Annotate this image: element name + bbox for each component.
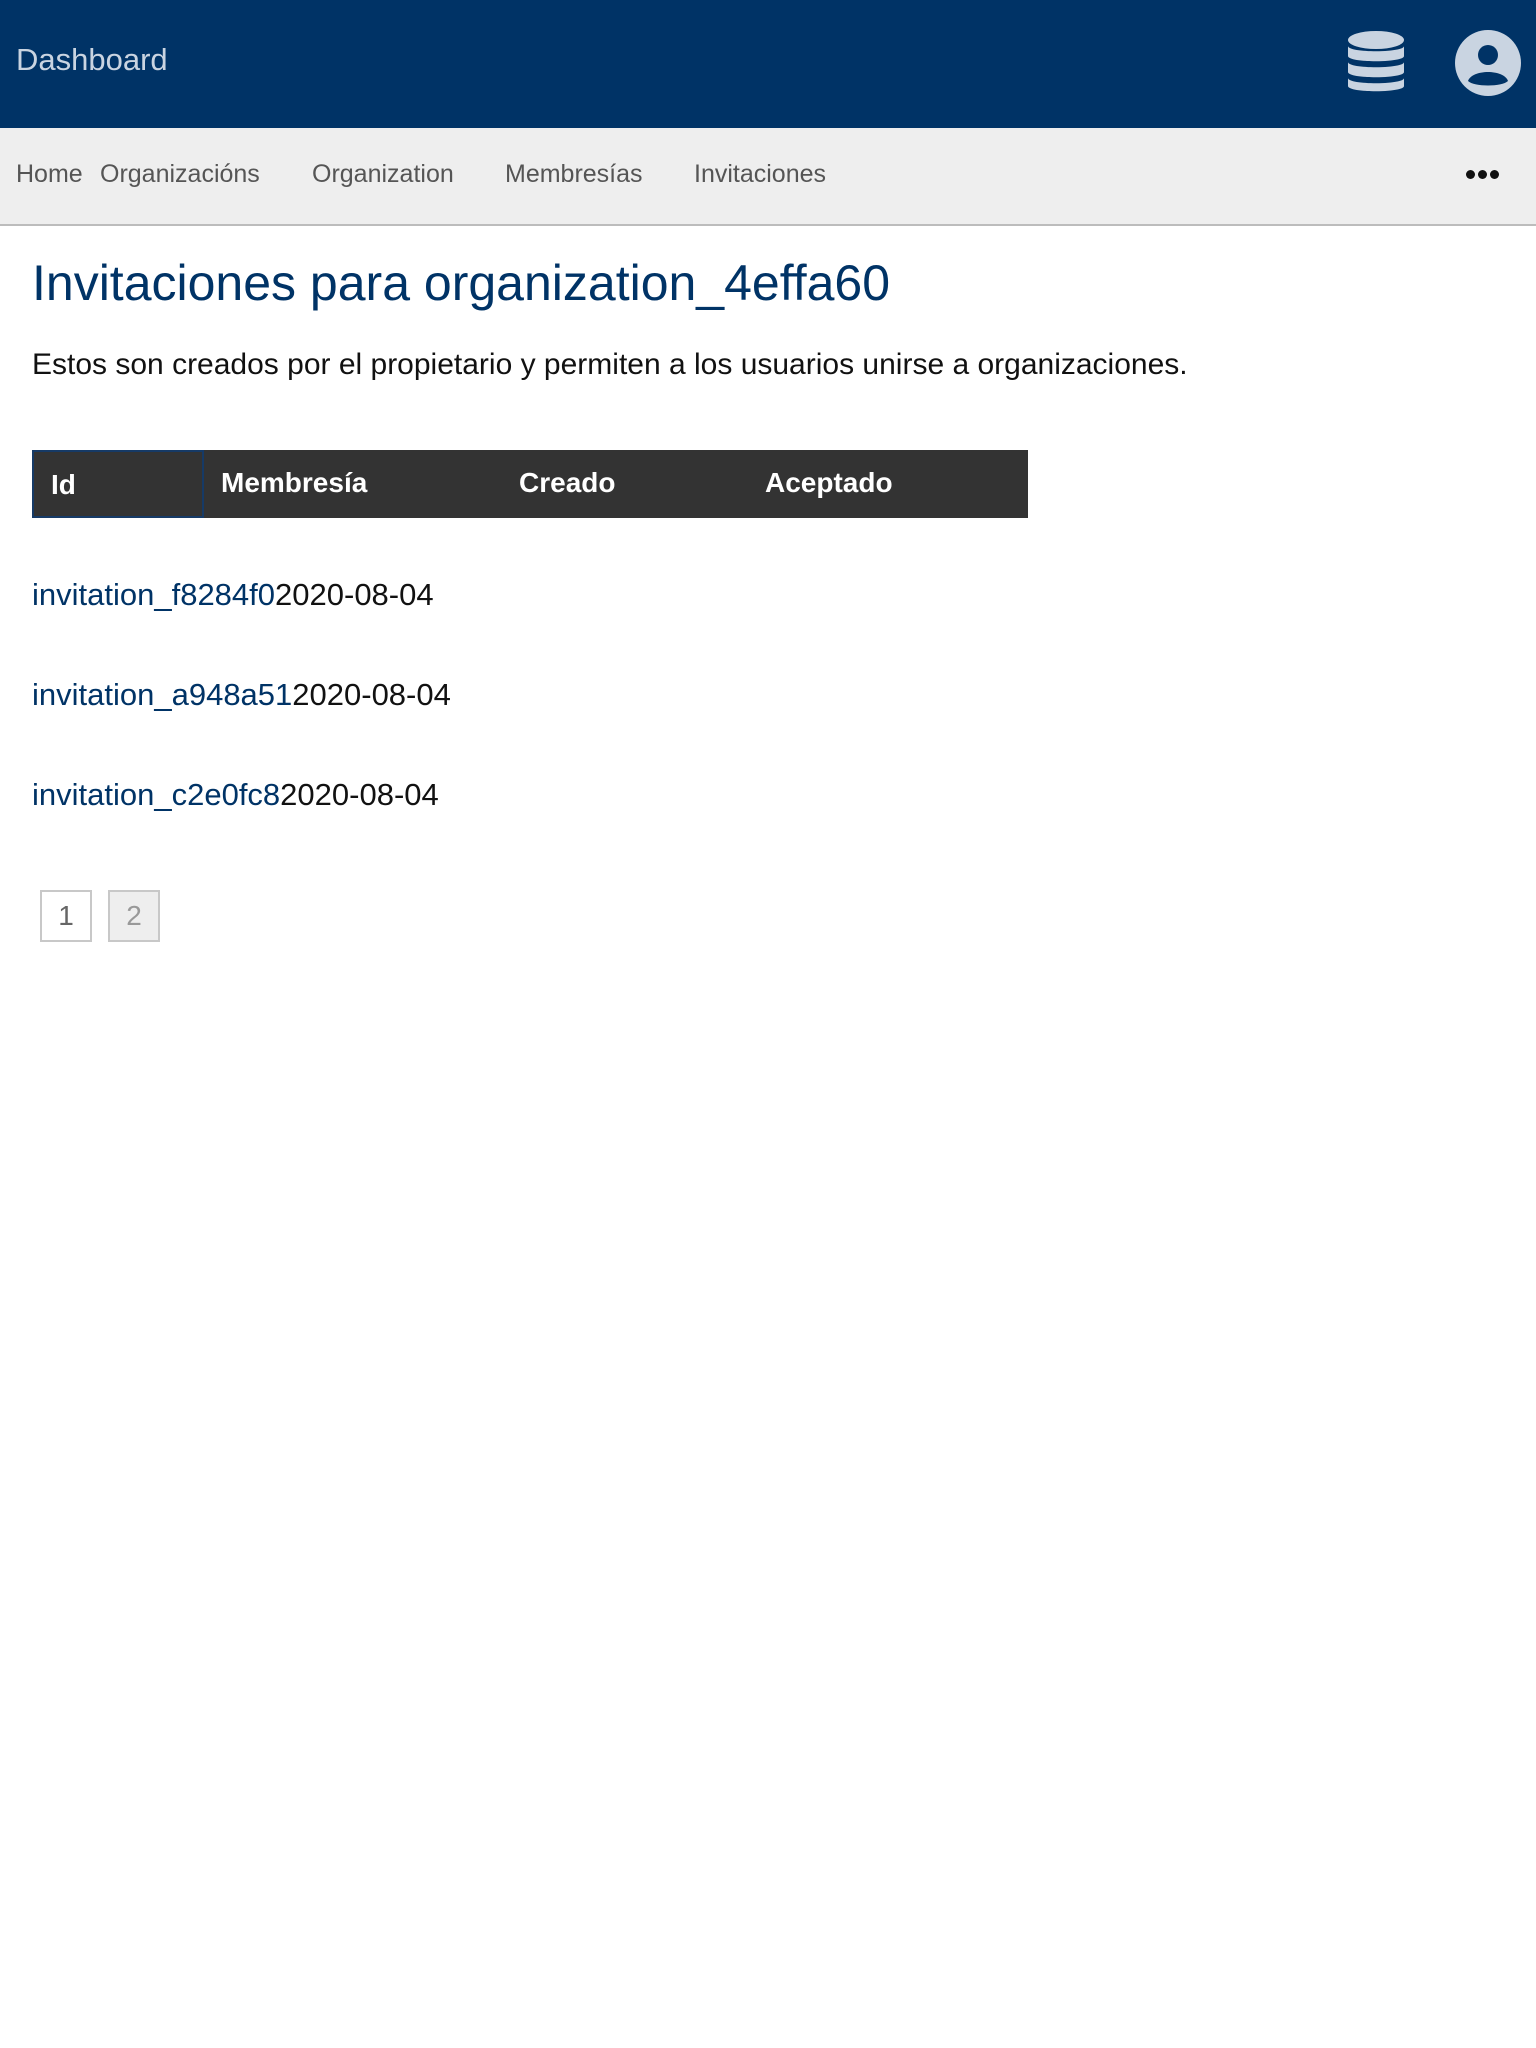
- database-icon[interactable]: [1346, 30, 1406, 96]
- nav-item-home[interactable]: Home: [16, 160, 83, 189]
- nav-item-organization[interactable]: Organization: [312, 160, 454, 189]
- page-description: Estos son creados por el propietario y p…: [32, 348, 1188, 381]
- created-date: 2020-08-04: [280, 777, 439, 812]
- table-row: invitation_c2e0fc82020-08-04: [32, 777, 439, 817]
- top-header: Dashboard: [0, 0, 1536, 128]
- pagination-page-1[interactable]: 1: [40, 890, 92, 942]
- dashboard-link[interactable]: Dashboard: [16, 42, 168, 78]
- page-title: Invitaciones para organization_4effa60: [32, 255, 891, 311]
- table-row: invitation_a948a512020-08-04: [32, 677, 451, 717]
- more-horizontal-icon[interactable]: [1464, 162, 1502, 190]
- created-date: 2020-08-04: [292, 677, 451, 712]
- table-header: Id Membresía Creado Aceptado: [32, 450, 1028, 518]
- nav-item-organizations[interactable]: Organizacións: [100, 160, 260, 189]
- column-header-membership[interactable]: Membresía: [204, 450, 502, 518]
- invitation-id-link[interactable]: invitation_c2e0fc8: [32, 777, 280, 812]
- column-header-accepted[interactable]: Aceptado: [748, 450, 1028, 518]
- invitation-id-link[interactable]: invitation_a948a51: [32, 677, 292, 712]
- account-circle-icon[interactable]: [1455, 30, 1521, 96]
- invitation-id-link[interactable]: invitation_f8284f0: [32, 577, 275, 612]
- nav-item-invitations[interactable]: Invitaciones: [694, 160, 826, 189]
- nav-item-memberships[interactable]: Membresías: [505, 160, 643, 189]
- pagination-page-2[interactable]: 2: [108, 890, 160, 942]
- table-row: invitation_f8284f02020-08-04: [32, 577, 434, 617]
- column-header-created[interactable]: Creado: [502, 450, 748, 518]
- column-header-id[interactable]: Id: [32, 450, 204, 518]
- secondary-nav: Home Organizacións Organization Membresí…: [0, 128, 1536, 226]
- created-date: 2020-08-04: [275, 577, 434, 612]
